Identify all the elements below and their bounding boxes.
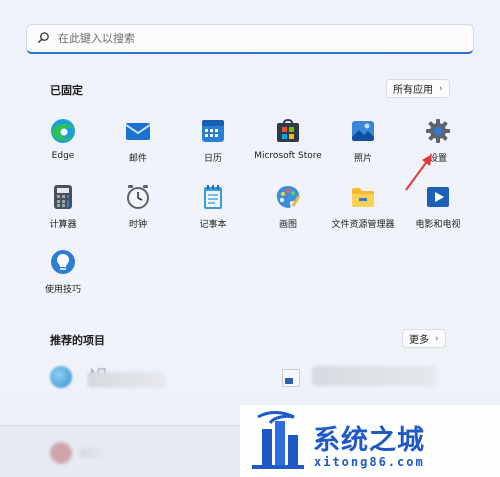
app-label: 照片 [353,154,372,164]
app-paint[interactable]: 画图 [248,183,328,230]
blurred-username [80,448,106,458]
app-photos[interactable]: 照片 [323,117,403,164]
app-microsoft-store[interactable]: Microsoft Store [248,117,328,161]
movies-play-icon [424,183,452,211]
watermark-logo-icon [252,411,304,469]
store-icon [274,117,302,145]
app-label: 电影和电视 [415,220,461,230]
app-label: 记事本 [199,220,227,230]
watermark-name: 系统之城 [313,425,425,456]
app-label: 使用技巧 [44,285,81,295]
chevron-right-icon: › [439,83,443,94]
app-label: Edge [51,151,75,161]
blurred-text [88,372,164,386]
app-label: Microsoft Store [254,151,322,161]
blurred-text [312,366,436,386]
all-apps-label: 所有应用 [393,85,433,96]
notepad-icon [199,183,227,211]
app-edge[interactable]: Edge [23,117,103,161]
watermark-url: xitong86.com [314,455,425,469]
mail-icon [124,117,152,145]
search-input[interactable] [58,32,438,45]
app-calculator[interactable]: 计算器 [23,183,103,230]
recommended-title: 推荐的项目 [50,334,105,347]
all-apps-button[interactable]: 所有应用 › [386,79,450,98]
folder-icon [349,183,377,211]
app-label: 画图 [278,220,297,230]
pinned-title: 已固定 [50,84,83,97]
app-tips[interactable]: 使用技巧 [23,248,103,295]
edge-icon [49,117,77,145]
chevron-right-icon: › [435,333,439,344]
gear-icon [424,117,452,145]
app-label: 计算器 [49,220,77,230]
file-icon [282,369,300,387]
app-mail[interactable]: 邮件 [98,117,178,164]
photos-icon [349,117,377,145]
lightbulb-icon [49,248,77,276]
app-calendar[interactable]: 日历 [173,117,253,164]
more-label: 更多 [409,335,429,346]
app-clock[interactable]: 时钟 [98,183,178,230]
app-label: 时钟 [128,220,147,230]
user-avatar[interactable] [50,442,72,464]
app-notepad[interactable]: 记事本 [173,183,253,230]
app-file-explorer[interactable]: 文件资源管理器 [323,183,403,230]
more-button[interactable]: 更多 › [402,329,446,348]
calendar-icon [199,117,227,145]
app-movies-tv[interactable]: 电影和电视 [398,183,478,230]
calculator-icon [49,183,77,211]
app-label: 日历 [203,154,222,164]
app-label: 邮件 [128,154,147,164]
getstarted-icon [50,366,72,388]
search-icon [37,29,50,48]
app-label: 文件资源管理器 [331,220,395,230]
clock-icon [124,183,152,211]
search-box[interactable] [26,24,474,54]
paint-palette-icon [274,183,302,211]
recommended-item-file[interactable] [282,364,442,390]
